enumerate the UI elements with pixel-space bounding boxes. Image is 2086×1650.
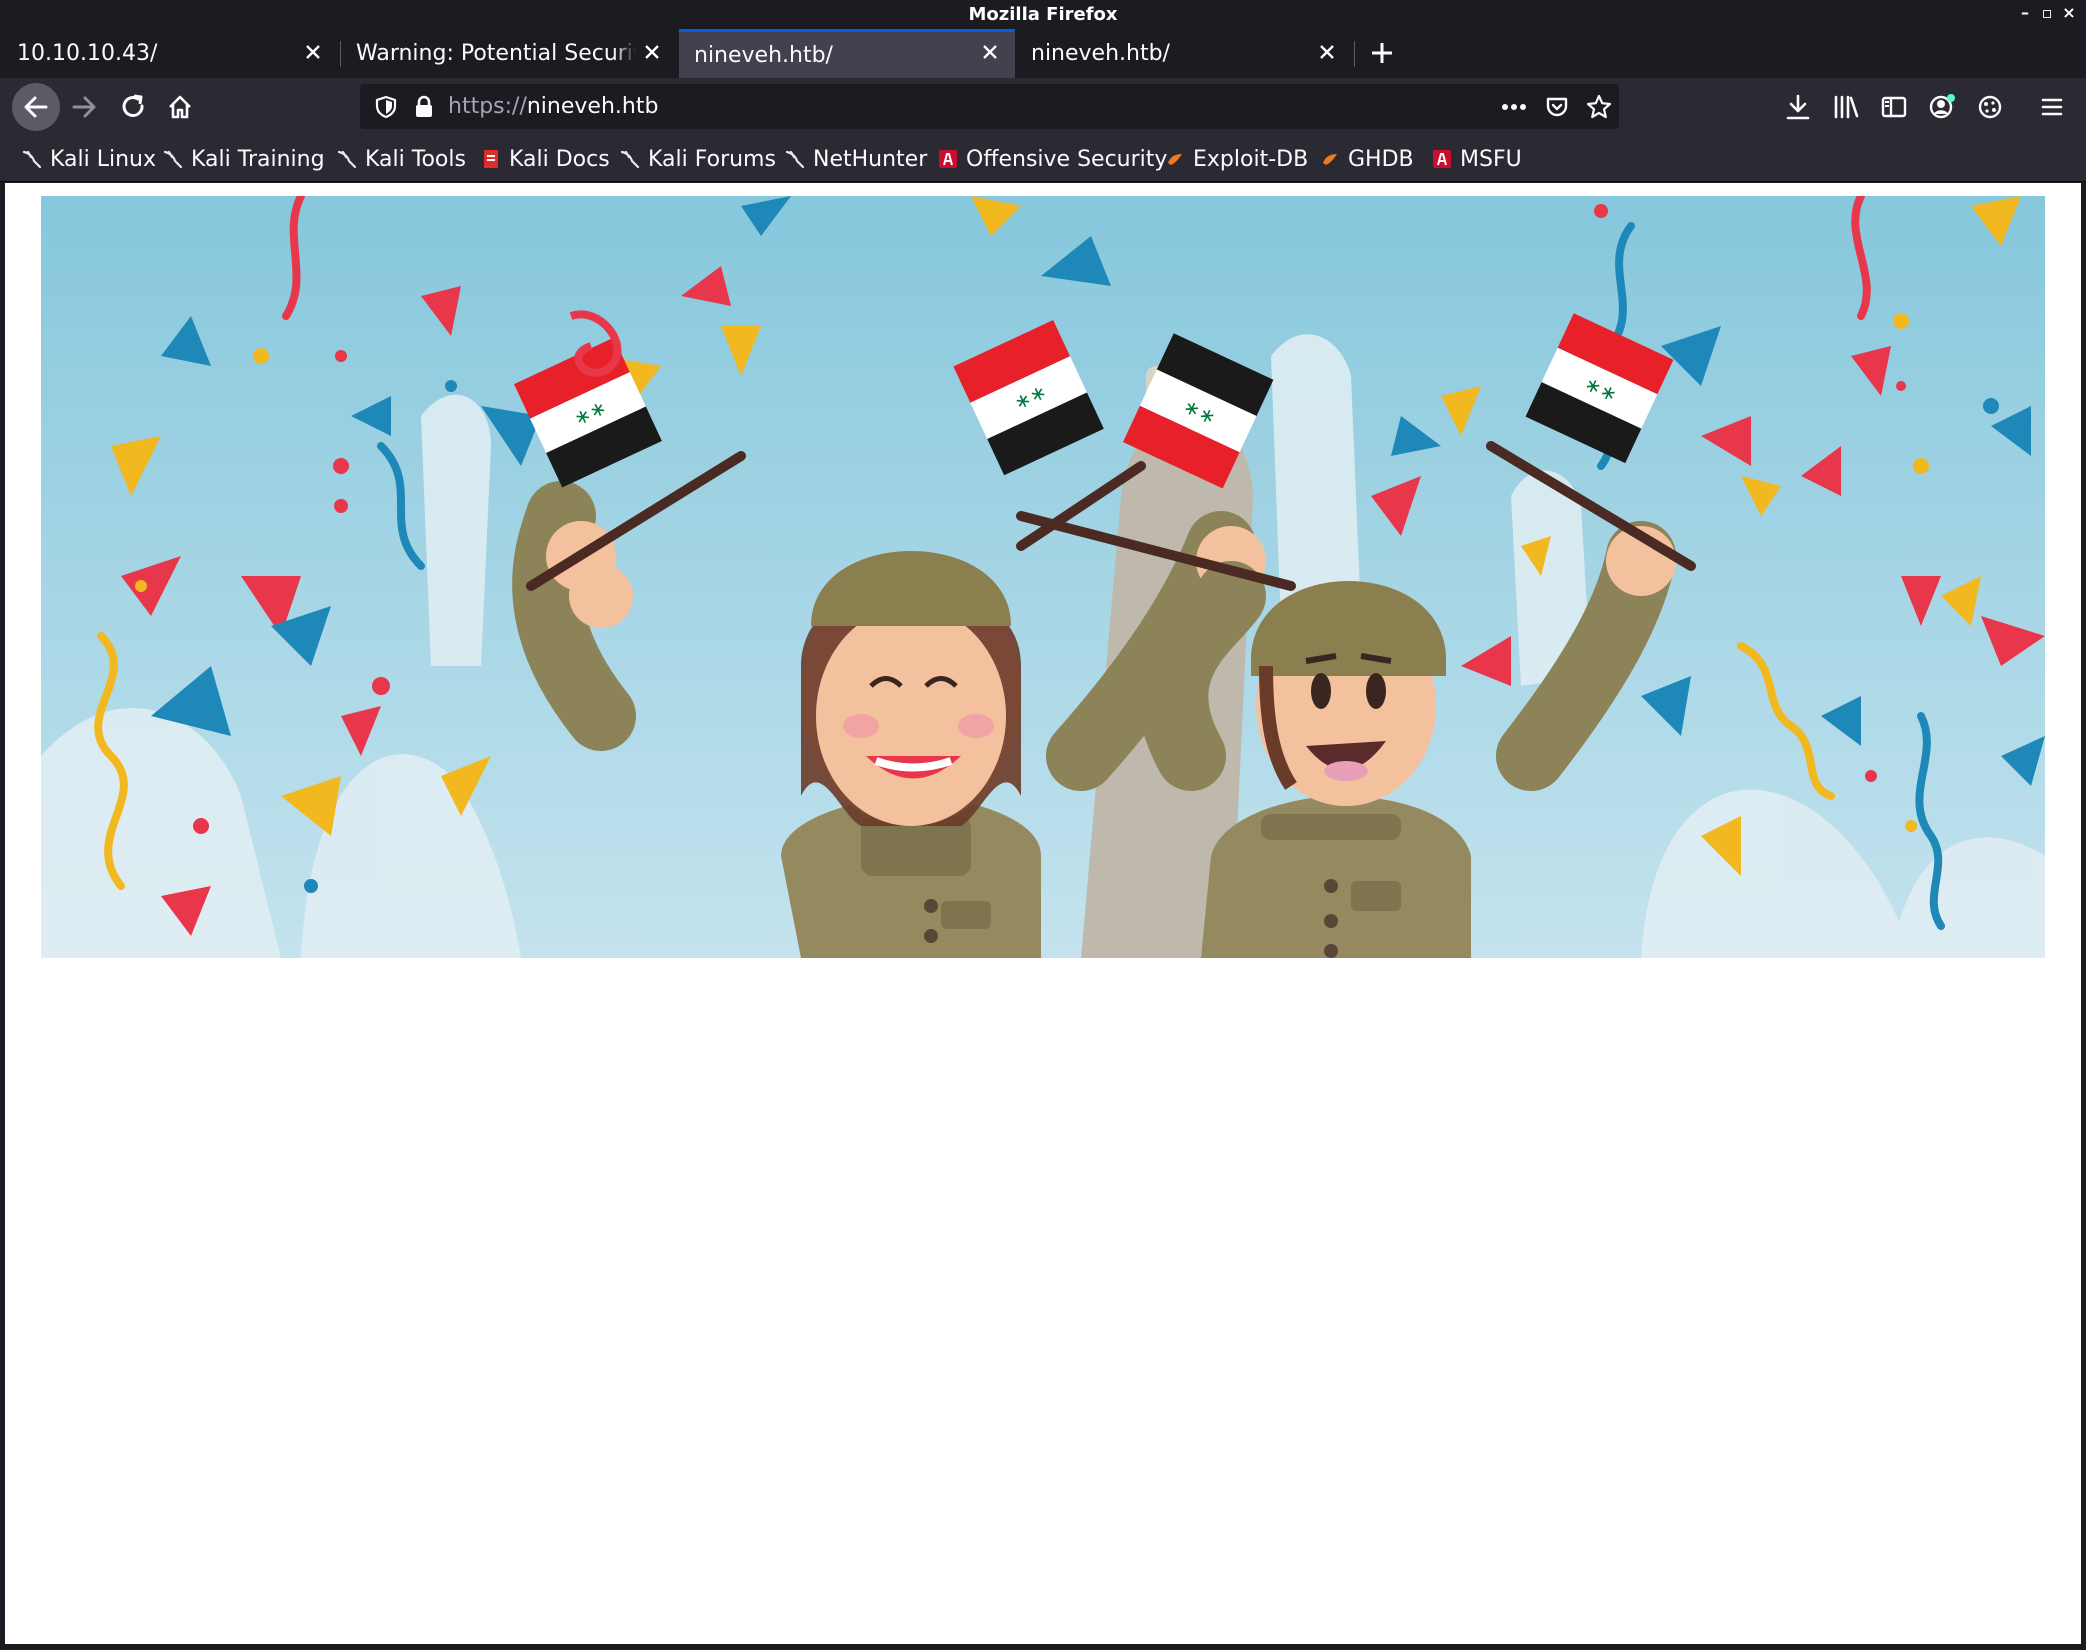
page-actions-button[interactable] (1500, 93, 1528, 121)
new-tab-icon[interactable] (1366, 37, 1398, 69)
tab-security-warning[interactable]: Warning: Potential Security Risk Ahead (341, 29, 677, 78)
tab-label: nineveh.htb/ (1031, 41, 1170, 66)
close-tab-icon[interactable] (302, 41, 324, 63)
bookmark-star-button[interactable] (1585, 93, 1613, 121)
star-icon (1586, 94, 1612, 119)
pocket-icon (1546, 97, 1568, 117)
bookmark-kali-tools[interactable]: Kali Tools (337, 146, 466, 172)
site-info-button[interactable] (410, 93, 438, 121)
bookmarks-toolbar: Kali Linux Kali Training Kali Tools Kali… (0, 136, 2086, 182)
home-icon (169, 95, 191, 119)
downloads-button[interactable] (1776, 85, 1820, 129)
offsec-icon (1433, 150, 1451, 168)
url-host: nineveh.htb (526, 94, 659, 119)
window-titlebar: Mozilla Firefox – ▫ × (0, 0, 2086, 29)
tracking-protection-button[interactable] (372, 93, 400, 121)
url-bar[interactable]: https://nineveh.htb (360, 84, 1619, 129)
bookmark-label: MSFU (1460, 146, 1522, 172)
lock-icon (416, 95, 432, 117)
tab-label: nineveh.htb/ (694, 42, 833, 68)
bookmark-ghdb[interactable]: GHDB (1320, 146, 1414, 172)
bookmark-nethunter[interactable]: NetHunter (785, 146, 927, 172)
page-content: ∗∗ ∗∗ ∗∗ ∗∗ (5, 183, 2081, 1644)
bookmark-label: Kali Docs (509, 146, 610, 172)
url-protocol: https:// (448, 94, 527, 119)
bookmark-kali-docs[interactable]: Kali Docs (481, 146, 610, 172)
close-tab-icon[interactable] (1316, 41, 1338, 63)
account-icon (1929, 94, 1955, 119)
minimize-button[interactable]: – (2016, 3, 2034, 23)
library-button[interactable] (1824, 85, 1868, 129)
reload-icon (122, 94, 144, 117)
bookmark-label: Kali Forums (648, 146, 776, 172)
tab-10-10-10-43[interactable]: 10.10.10.43/ (2, 29, 338, 78)
pocket-button[interactable] (1543, 93, 1571, 121)
maximize-button[interactable]: ▫ (2038, 3, 2056, 23)
bookmark-label: NetHunter (813, 146, 928, 172)
tab-label: Warning: Potential Security Risk Ahead (356, 41, 636, 66)
bookmark-label: Kali Training (191, 146, 325, 172)
reload-button[interactable] (111, 85, 155, 129)
kali-dragon-icon (337, 150, 357, 169)
sidebar-icon (1881, 96, 1907, 118)
bookmark-label: Exploit-DB (1193, 146, 1309, 172)
close-tab-icon[interactable] (979, 41, 1001, 63)
download-icon (1786, 94, 1810, 120)
back-icon (24, 96, 48, 118)
library-icon (1834, 95, 1859, 119)
bookmark-exploit-db[interactable]: Exploit-DB (1165, 146, 1308, 172)
extensions-button[interactable] (1968, 85, 2012, 129)
menu-button[interactable] (2030, 85, 2074, 129)
navigation-toolbar: https://nineveh.htb (0, 78, 2086, 136)
exploitdb-icon (1323, 154, 1337, 165)
window-bottom-border (0, 1644, 2086, 1650)
tab-separator (1354, 41, 1355, 67)
bookmark-label: Kali Tools (365, 146, 466, 172)
more-icon (1502, 104, 1526, 110)
forward-button[interactable] (62, 85, 106, 129)
url-text[interactable]: https://nineveh.htb (448, 94, 658, 119)
window-title: Mozilla Firefox (968, 4, 1118, 25)
bookmark-offensive-security[interactable]: Offensive Security (938, 146, 1167, 172)
kali-dragon-icon (22, 150, 42, 169)
shield-icon (375, 95, 397, 119)
kali-dragon-icon (620, 150, 640, 169)
menu-icon (2041, 98, 2063, 116)
tab-nineveh[interactable]: nineveh.htb/ (1016, 29, 1352, 78)
kali-dragon-icon (785, 150, 805, 169)
back-button[interactable] (12, 83, 60, 131)
kali-docs-icon (484, 150, 498, 168)
forward-icon (72, 96, 96, 118)
sidebar-button[interactable] (1872, 85, 1916, 129)
kali-dragon-icon (163, 150, 183, 169)
bookmark-msfu[interactable]: MSFU (1432, 146, 1522, 172)
bookmark-label: GHDB (1348, 146, 1414, 172)
extensions-icon (1978, 95, 2002, 119)
tab-nineveh-active[interactable]: nineveh.htb/ (679, 29, 1015, 78)
celebration-banner-image: ∗∗ ∗∗ ∗∗ ∗∗ (41, 196, 2045, 958)
home-button[interactable] (158, 85, 202, 129)
bookmark-kali-linux[interactable]: Kali Linux (22, 146, 156, 172)
bookmark-kali-forums[interactable]: Kali Forums (620, 146, 776, 172)
bookmark-label: Kali Linux (50, 146, 157, 172)
close-tab-icon[interactable] (641, 41, 663, 63)
bookmark-label: Offensive Security (966, 146, 1168, 172)
account-button[interactable] (1920, 85, 1964, 129)
offsec-icon (939, 150, 957, 168)
tab-label: 10.10.10.43/ (17, 41, 158, 66)
bookmark-kali-training[interactable]: Kali Training (163, 146, 325, 172)
exploitdb-icon (1168, 154, 1182, 165)
close-window-button[interactable]: × (2060, 3, 2078, 23)
tab-strip: 10.10.10.43/ Warning: Potential Security… (0, 29, 2086, 78)
